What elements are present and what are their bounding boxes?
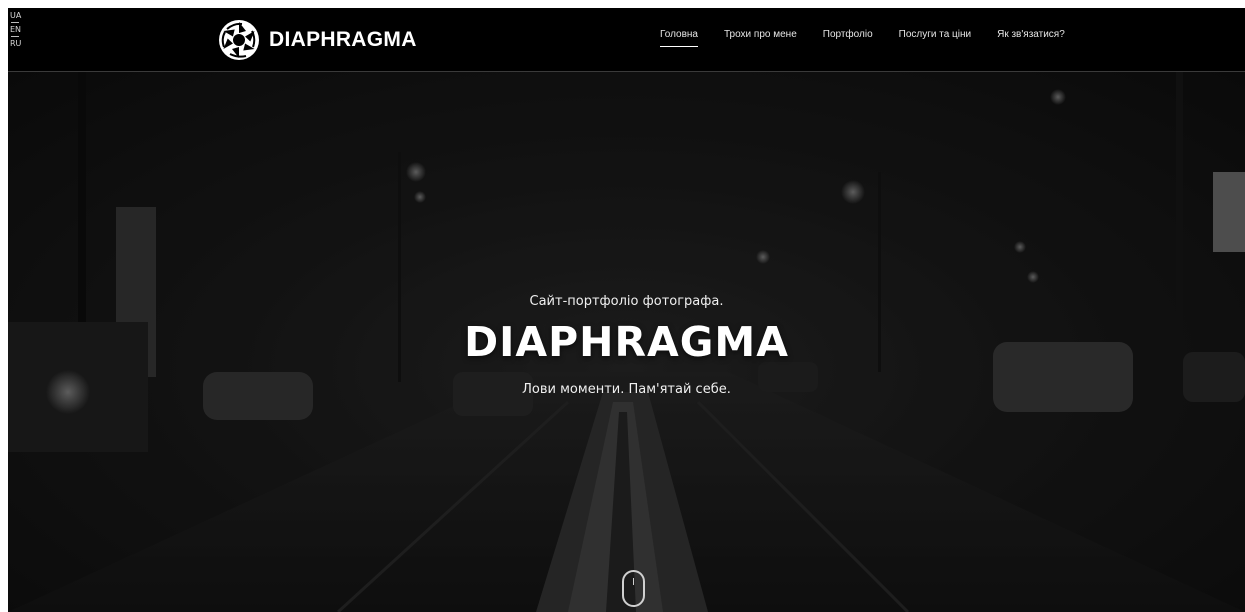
language-switcher: UA EN RU: [10, 11, 21, 48]
hero-section: Сайт-портфоліо фотографа. DIAPHRAGMA Лов…: [8, 72, 1245, 612]
lang-divider: [11, 22, 19, 23]
site-header: UA EN RU DIAPHRAGMA Головна Трохи про ме…: [8, 8, 1245, 72]
scroll-mouse-icon[interactable]: [622, 570, 645, 607]
lang-divider: [11, 36, 19, 37]
nav-item-services[interactable]: Послуги та ціни: [899, 29, 971, 40]
hero-tagline: Лови моменти. Пам'ятай себе.: [522, 382, 731, 397]
logo-text: DIAPHRAGMA: [269, 28, 417, 51]
page-frame: UA EN RU DIAPHRAGMA Головна Трохи про ме…: [8, 8, 1245, 612]
lang-ua[interactable]: UA: [10, 11, 21, 20]
main-nav: Головна Трохи про мене Портфоліо Послуги…: [660, 29, 1091, 47]
hero-subtitle: Сайт-портфоліо фотографа.: [529, 294, 724, 309]
lang-en[interactable]: EN: [10, 25, 21, 34]
lang-ru[interactable]: RU: [10, 39, 21, 48]
hero-title: DIAPHRAGMA: [464, 318, 789, 366]
nav-item-contact[interactable]: Як зв'язатися?: [997, 29, 1065, 40]
nav-item-home[interactable]: Головна: [660, 29, 698, 47]
scroll-wheel: [633, 578, 634, 585]
aperture-icon: [219, 20, 259, 60]
nav-item-portfolio[interactable]: Портфоліо: [823, 29, 873, 40]
site-logo[interactable]: DIAPHRAGMA: [218, 18, 417, 62]
nav-item-about[interactable]: Трохи про мене: [724, 29, 797, 40]
